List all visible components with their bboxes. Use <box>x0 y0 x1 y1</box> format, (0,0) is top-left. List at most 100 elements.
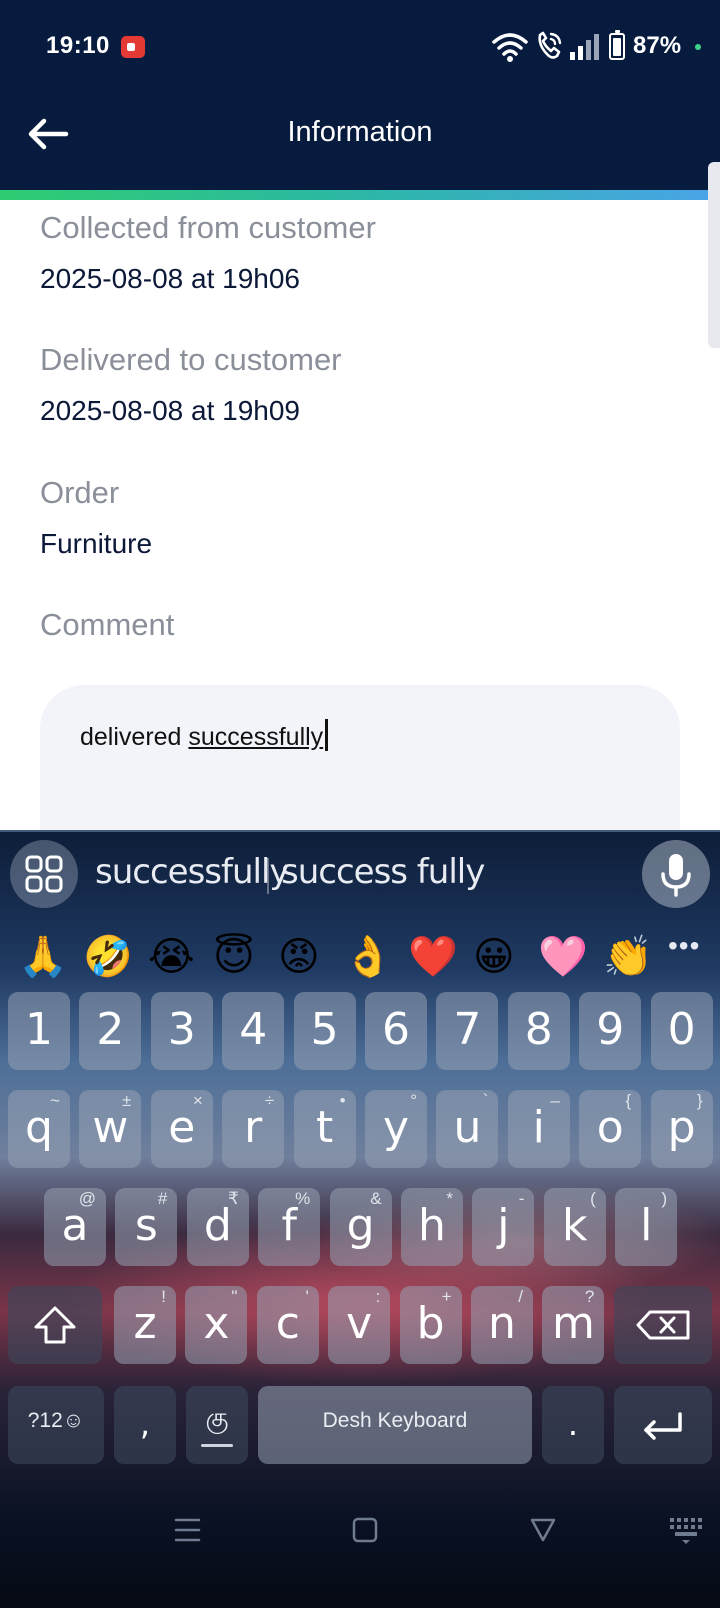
key-8-label: 8 <box>524 1004 553 1055</box>
suggestion-1[interactable]: successfully <box>95 852 290 892</box>
language-key[interactable]: கு <box>186 1386 248 1464</box>
key-g-label: g <box>346 1200 375 1251</box>
emoji-pink-heart[interactable]: 🩷 <box>538 935 588 979</box>
key-6[interactable]: 6 <box>365 992 427 1070</box>
comment-label: Comment <box>40 607 175 642</box>
key-3-label: 3 <box>167 1004 196 1055</box>
back-triangle-icon <box>530 1518 556 1542</box>
key-o-label: o <box>596 1102 624 1153</box>
key-x[interactable]: x " <box>185 1286 248 1364</box>
recent-apps-button[interactable] <box>157 1500 217 1560</box>
key-b-label: b <box>416 1298 445 1349</box>
comma-key[interactable]: , <box>114 1386 176 1464</box>
emoji-clapping[interactable]: 👏 <box>603 935 653 979</box>
key-2[interactable]: 2 <box>79 992 142 1070</box>
screen-record-icon <box>121 36 145 58</box>
keyboard-switch-button[interactable] <box>656 1500 716 1560</box>
key-g[interactable]: g & <box>329 1188 392 1266</box>
key-j-label: j <box>497 1200 510 1251</box>
key-y-alt-label: ° <box>410 1091 417 1110</box>
key-5[interactable]: 5 <box>293 992 356 1070</box>
key-c-label: c <box>275 1298 300 1349</box>
key-h[interactable]: h * <box>401 1188 463 1266</box>
key-v[interactable]: v: <box>328 1286 391 1364</box>
key-q[interactable]: q ~ <box>8 1090 70 1168</box>
home-button[interactable] <box>335 1500 395 1560</box>
key-c[interactable]: c ' <box>256 1286 319 1364</box>
key-4[interactable]: 4 <box>222 992 285 1070</box>
key-q-alt-label: ~ <box>50 1091 60 1110</box>
key-9[interactable]: 9 <box>579 992 642 1070</box>
key-s[interactable]: s # <box>115 1188 178 1266</box>
status-bar: 19:10 87% <box>0 0 720 94</box>
scrollbar[interactable] <box>708 162 720 348</box>
key-0[interactable]: 0 <box>650 992 713 1070</box>
emoji-ok-hand[interactable]: 👌 <box>343 935 393 979</box>
key-t[interactable]: t • <box>293 1090 356 1168</box>
key-9-label: 9 <box>596 1004 625 1055</box>
suggestion-2[interactable]: success fully <box>281 852 485 892</box>
key-4-label: 4 <box>239 1004 268 1055</box>
emoji-crying[interactable]: 😭 <box>148 935 195 979</box>
keyboard-divider <box>0 830 720 832</box>
key-m-label: m <box>551 1298 595 1349</box>
language-key-label: கு <box>205 1402 229 1432</box>
key-k-alt-label: ( <box>590 1189 596 1208</box>
key-1[interactable]: 1 <box>8 992 70 1070</box>
symbols-key[interactable]: ?12☺ <box>8 1386 104 1464</box>
key-d[interactable]: d ₹ <box>186 1188 249 1266</box>
voice-input-button[interactable] <box>642 840 710 908</box>
enter-key[interactable] <box>614 1386 712 1464</box>
key-y-label: y <box>382 1102 410 1153</box>
emoji-halo[interactable]: 😇 <box>213 935 255 979</box>
key-i[interactable]: i – <box>507 1090 570 1168</box>
space-key[interactable]: Desh Keyboard <box>258 1386 532 1464</box>
key-b[interactable]: b + <box>399 1286 462 1364</box>
keyboard-menu-button[interactable] <box>10 840 78 908</box>
enter-icon <box>644 1412 682 1440</box>
key-b-alt-label: + <box>441 1287 452 1306</box>
key-e[interactable]: e × <box>150 1090 213 1168</box>
key-o[interactable]: o{ <box>579 1090 642 1168</box>
key-3[interactable]: 3 <box>150 992 213 1070</box>
emoji-rofl[interactable]: 🤣 <box>83 935 133 979</box>
key-r[interactable]: r ÷ <box>222 1090 285 1168</box>
key-z[interactable]: z! <box>114 1286 176 1364</box>
key-8[interactable]: 8 <box>507 992 570 1070</box>
key-w[interactable]: w ± <box>79 1090 142 1168</box>
wifi-icon <box>492 33 528 62</box>
key-f[interactable]: f% <box>258 1188 321 1266</box>
key-y[interactable]: y ° <box>365 1090 427 1168</box>
key-j[interactable]: j- <box>472 1188 535 1266</box>
delivered-label: Delivered to customer <box>40 342 342 377</box>
key-d-alt-label: ₹ <box>227 1189 239 1208</box>
emoji-folded-hands[interactable]: 🙏 <box>18 935 68 979</box>
grid-icon <box>25 855 63 893</box>
emoji-angry[interactable]: 😡 <box>278 935 320 979</box>
key-a[interactable]: a @ <box>44 1188 106 1266</box>
emoji-red-heart[interactable]: ❤️ <box>408 935 458 979</box>
key-k[interactable]: k( <box>543 1188 606 1266</box>
back-nav-button[interactable] <box>513 1500 573 1560</box>
key-u[interactable]: u ` <box>436 1090 499 1168</box>
shift-key[interactable] <box>8 1286 102 1364</box>
key-m[interactable]: m? <box>542 1286 605 1364</box>
language-indicator <box>201 1444 233 1447</box>
key-e-label: e <box>168 1102 196 1153</box>
backspace-key[interactable] <box>614 1286 712 1364</box>
key-v-alt-label: : <box>375 1287 381 1306</box>
key-u-alt-label: ` <box>482 1091 489 1110</box>
key-l[interactable]: l) <box>615 1188 678 1266</box>
key-h-label: h <box>418 1200 446 1251</box>
space-key-label: Desh Keyboard <box>322 1409 468 1432</box>
key-0-label: 0 <box>667 1004 696 1055</box>
key-n[interactable]: n / <box>471 1286 533 1364</box>
key-7[interactable]: 7 <box>436 992 499 1070</box>
key-p[interactable]: p} <box>650 1090 713 1168</box>
key-z-label: z <box>133 1298 157 1349</box>
emoji-grinning[interactable]: 😀 <box>473 935 515 979</box>
period-key[interactable]: . <box>542 1386 604 1464</box>
comma-key-label: , <box>139 1405 151 1443</box>
more-emoji-icon[interactable]: ••• <box>668 930 700 962</box>
key-n-alt-label: / <box>518 1287 523 1306</box>
